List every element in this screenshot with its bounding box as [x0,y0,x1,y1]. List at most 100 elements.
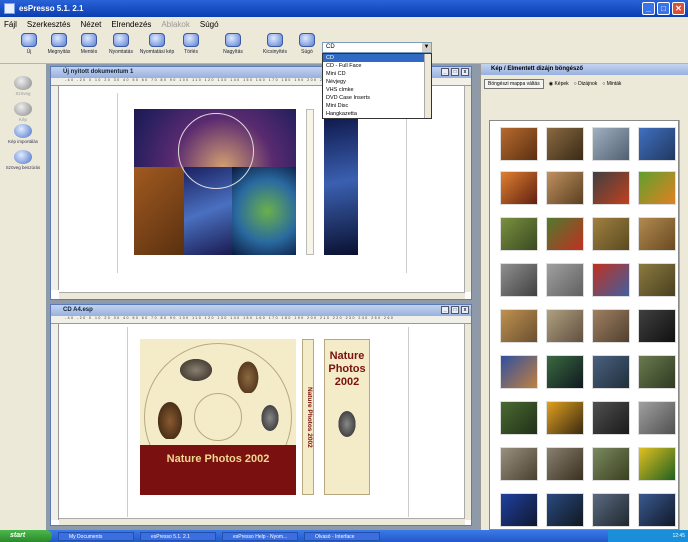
thumbnail[interactable] [638,355,676,389]
doc-close-button[interactable]: x [461,68,469,76]
format-dropdown[interactable]: CD CD - Full Face Mini CD Névjegy VHS cí… [322,53,432,119]
close-button[interactable]: ✕ [672,2,685,15]
thumbnail[interactable] [500,309,538,343]
thumbnail[interactable] [546,355,584,389]
thumbnail[interactable] [546,493,584,527]
start-button[interactable]: start [0,530,52,542]
dropdown-scrollbar[interactable] [424,54,431,118]
delete-button[interactable]: Törlés [172,33,210,55]
dropdown-option[interactable]: Mini Disc [323,102,431,110]
thumbnail[interactable] [546,401,584,435]
thumbnail[interactable] [500,355,538,389]
text-tool-button[interactable]: Szöveg [3,76,43,96]
zoom-in-button[interactable]: Nagyítás [214,33,252,55]
print-preview-button[interactable]: Nyomtatási kép [138,33,176,55]
dropdown-option[interactable]: Mini CD [323,70,431,78]
import-image-button[interactable]: Kép importálás [3,124,43,144]
menu-view[interactable]: Nézet [80,20,101,29]
horizontal-scrollbar[interactable] [59,292,465,299]
text-icon [14,76,32,90]
minimize-button[interactable]: _ [642,2,655,15]
thumbnail[interactable] [500,127,538,161]
thumbnail[interactable] [592,401,630,435]
vertical-scrollbar[interactable] [464,86,471,292]
taskbar-item[interactable]: esPresso Help - Nyom... [222,531,298,541]
thumbnail[interactable] [592,309,630,343]
format-combo[interactable]: CD ▼ [322,42,432,53]
doc-close-button[interactable]: x [461,306,469,314]
menu-windows[interactable]: Ablakok [161,20,189,29]
page-canvas[interactable] [117,93,407,273]
help-button[interactable]: Súgó [288,33,326,55]
cd-label[interactable]: Nature Photos 2002 [140,339,296,495]
menu-help[interactable]: Súgó [200,20,219,29]
dropdown-option[interactable]: DVD Case Inserts [323,94,431,102]
thumbnail[interactable] [546,263,584,297]
thumbnail[interactable] [638,401,676,435]
doc-minimize-button[interactable]: _ [441,68,449,76]
taskbar-item[interactable]: My Documents [58,531,134,541]
label-title-band[interactable]: Nature Photos 2002 [140,445,296,495]
image-tool-button[interactable]: Kép [3,102,43,122]
page-canvas[interactable]: Nature Photos 2002 Nature Photos 2002 Na… [127,327,409,517]
thumbnail[interactable] [546,447,584,481]
dropdown-option[interactable]: CD - Full Face [323,62,431,70]
thumbnail[interactable] [638,127,676,161]
thumbnail[interactable] [546,127,584,161]
insert-text-button[interactable]: Szöveg beszúrás [3,150,43,170]
thumbnail[interactable] [592,171,630,205]
menu-layout[interactable]: Elrendezés [111,20,151,29]
thumbnail[interactable] [546,217,584,251]
thumbnail[interactable] [500,447,538,481]
image-browser-panel: Kép / Elmentett dizájn böngésző Böngészi… [480,64,688,530]
thumbnail[interactable] [638,447,676,481]
browser-scrollbar[interactable] [679,120,686,530]
thumbnail[interactable] [638,263,676,297]
thumbnail[interactable] [592,263,630,297]
maximize-button[interactable]: □ [657,2,670,15]
spine-text[interactable]: Nature Photos 2002 [302,339,314,495]
thumbnail[interactable] [500,493,538,527]
insert-panel[interactable] [324,109,358,255]
change-folder-button[interactable]: Böngészi mappa váltás [484,79,544,89]
menu-file[interactable]: Fájl [4,20,17,29]
dropdown-option[interactable]: Hangkazetta [323,110,431,118]
dropdown-option[interactable]: Névjegy [323,78,431,86]
thumbnail[interactable] [592,355,630,389]
thumbnail[interactable] [500,171,538,205]
thumbnail[interactable] [546,171,584,205]
radio-designs[interactable]: ○ Dizájnok [574,81,598,87]
taskbar-item[interactable]: esPresso 5.1. 2.1 [140,531,216,541]
thumbnail[interactable] [638,171,676,205]
taskbar-item[interactable]: Olvasó - Interface [304,531,380,541]
spine-panel[interactable] [306,109,314,255]
chevron-down-icon[interactable]: ▼ [422,43,431,52]
insert-card[interactable]: Nature Photos 2002 [324,339,370,495]
cd-artwork-collage[interactable] [134,109,296,255]
vertical-scrollbar[interactable] [464,324,471,520]
thumbnail[interactable] [592,447,630,481]
thumbnail[interactable] [592,493,630,527]
thumbnail[interactable] [500,263,538,297]
doc-maximize-button[interactable]: □ [451,306,459,314]
thumbnail[interactable] [638,217,676,251]
thumbnail[interactable] [638,309,676,343]
thumbnail[interactable] [546,309,584,343]
menu-edit[interactable]: Szerkesztés [27,20,71,29]
dropdown-option[interactable]: VHS címke [323,86,431,94]
document-2-title-bar[interactable]: CD A4.esp _ □ x [51,305,471,316]
print-button[interactable]: Nyomtatás [102,33,140,55]
radio-images[interactable]: ◉ Képek [549,81,569,87]
radio-templates[interactable]: ○ Minták [602,81,621,87]
horizontal-scrollbar[interactable] [59,518,465,525]
doc-minimize-button[interactable]: _ [441,306,449,314]
doc-maximize-button[interactable]: □ [451,68,459,76]
thumbnail[interactable] [592,217,630,251]
rhino-image [180,359,212,381]
thumbnail[interactable] [500,401,538,435]
delete-icon [183,33,199,47]
thumbnail[interactable] [638,493,676,527]
thumbnail[interactable] [592,127,630,161]
thumbnail[interactable] [500,217,538,251]
dropdown-option[interactable]: CD [323,54,431,62]
